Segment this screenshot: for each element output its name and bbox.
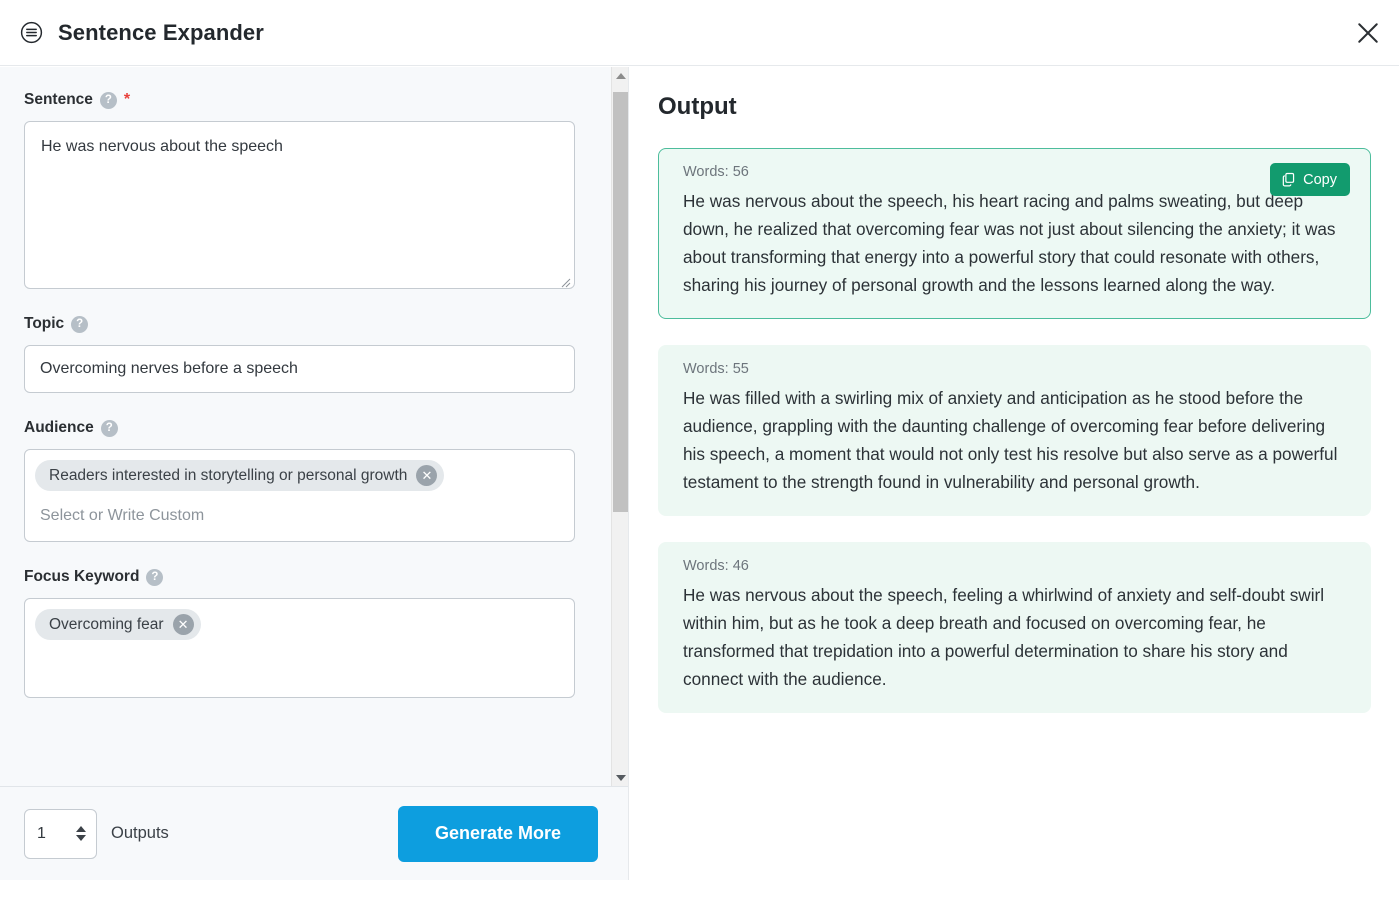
field-label-topic: Topic ? (24, 315, 590, 333)
outputs-count-value: 1 (37, 824, 46, 842)
topic-input[interactable]: Overcoming nerves before a speech (24, 345, 575, 393)
field-topic: Topic ? Overcoming nerves before a speec… (24, 315, 590, 393)
sentence-expander-modal: Sentence Expander Sentence ? * He was ne… (0, 0, 1399, 922)
field-focus-keyword: Focus Keyword ? Overcoming fear ✕ (24, 568, 590, 698)
page-title: Sentence Expander (58, 19, 264, 45)
audience-label-text: Audience (24, 419, 94, 436)
copy-button-label: Copy (1303, 171, 1337, 188)
resize-handle-icon[interactable] (559, 273, 571, 288)
sentence-label-text: Sentence (24, 91, 93, 108)
field-label-sentence: Sentence ? * (24, 91, 590, 109)
output-text: He was filled with a swirling mix of anx… (683, 388, 1338, 493)
list-circle-icon[interactable] (18, 20, 44, 46)
stepper-increment-icon[interactable] (76, 826, 86, 832)
field-label-focus-keyword: Focus Keyword ? (24, 568, 590, 586)
word-count-label: Words: 55 (683, 361, 749, 378)
field-sentence: Sentence ? * He was nervous about the sp… (24, 91, 590, 289)
output-text: He was nervous about the speech, his hea… (683, 191, 1336, 296)
focus-keyword-tag-input[interactable]: Overcoming fear ✕ (24, 598, 575, 698)
field-label-audience: Audience ? (24, 419, 590, 437)
output-card[interactable]: Words: 46 He was nervous about the speec… (658, 542, 1371, 714)
sentence-input[interactable]: He was nervous about the speech (24, 121, 575, 289)
form-scrollbar[interactable] (611, 67, 628, 786)
output-panel: Output Words: 56 Copy He was nervous abo… (630, 67, 1399, 880)
form-footer: 1 Outputs Generate More (0, 786, 628, 880)
outputs-stepper[interactable]: 1 (24, 808, 97, 859)
scrollbar-up-button[interactable] (612, 67, 629, 84)
audience-placeholder: Select or Write Custom (40, 507, 205, 524)
question-mark-icon[interactable]: ? (71, 315, 89, 333)
output-title: Output (658, 93, 737, 120)
word-count-label: Words: 56 (683, 164, 749, 180)
generate-more-button[interactable]: Generate More (398, 805, 598, 862)
remove-tag-icon[interactable]: ✕ (172, 614, 194, 635)
field-audience: Audience ? Readers interested in storyte… (24, 419, 590, 542)
header-left-group: Sentence Expander (0, 20, 264, 46)
stepper-decrement-icon[interactable] (76, 835, 86, 841)
copy-icon (1281, 172, 1296, 187)
word-count-label: Words: 46 (683, 558, 749, 575)
scrollbar-thumb[interactable] (613, 92, 628, 512)
output-card[interactable]: Words: 56 Copy He was nervous about the … (658, 148, 1371, 320)
audience-tag-input[interactable]: Readers interested in storytelling or pe… (24, 449, 575, 542)
focus-keyword-tag: Overcoming fear ✕ (35, 609, 201, 640)
close-button[interactable] (1345, 10, 1391, 56)
focus-keyword-tag-label: Overcoming fear (49, 615, 164, 633)
question-mark-icon[interactable]: ? (146, 568, 164, 586)
topic-input-value: Overcoming nerves before a speech (40, 360, 298, 377)
topic-label-text: Topic (24, 315, 65, 332)
close-icon (1354, 19, 1382, 47)
copy-button[interactable]: Copy (1270, 163, 1350, 196)
question-mark-icon[interactable]: ? (99, 91, 117, 109)
chevron-up-icon (615, 72, 626, 79)
output-card[interactable]: Words: 55 He was filled with a swirling … (658, 345, 1371, 517)
form-scroll-area: Sentence ? * He was nervous about the sp… (0, 67, 612, 786)
chevron-down-icon (615, 774, 626, 781)
remove-tag-icon[interactable]: ✕ (416, 465, 438, 486)
question-mark-icon[interactable]: ? (100, 419, 118, 437)
audience-tag: Readers interested in storytelling or pe… (35, 460, 445, 491)
output-text: He was nervous about the speech, feeling… (683, 585, 1325, 690)
sentence-input-value: He was nervous about the speech (41, 138, 283, 155)
audience-tag-label: Readers interested in storytelling or pe… (49, 466, 408, 484)
stepper-spinner (76, 826, 88, 841)
focus-keyword-label-text: Focus Keyword (24, 568, 140, 585)
required-marker: * (123, 91, 131, 108)
form-panel: Sentence ? * He was nervous about the sp… (0, 67, 629, 880)
scrollbar-down-button[interactable] (612, 769, 629, 786)
outputs-label: Outputs (111, 824, 169, 842)
modal-header: Sentence Expander (0, 0, 1399, 66)
